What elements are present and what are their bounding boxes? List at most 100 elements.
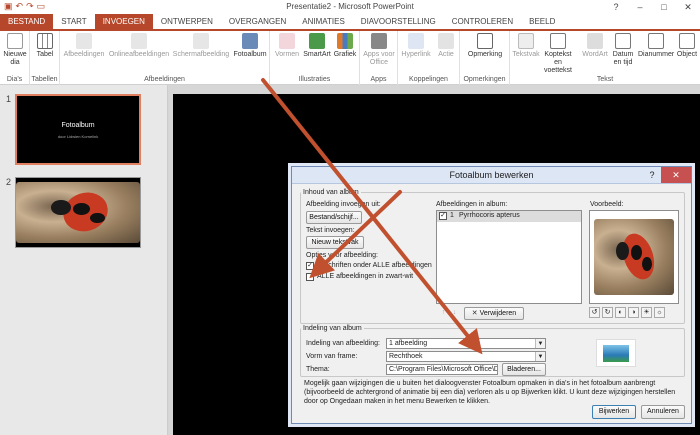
list-item-checkbox[interactable]: ✓: [439, 212, 447, 220]
chevron-down-icon: ▼: [535, 339, 545, 348]
header-footer-icon: [550, 33, 566, 49]
wordart-button[interactable]: WordArt: [578, 33, 612, 59]
photo-album-dialog: Fotoalbum bewerken ? ✕ Inhoud van album …: [291, 166, 692, 424]
insert-text-label: Tekst invoegen:: [306, 227, 355, 234]
remove-button[interactable]: ✕ Verwijderen: [464, 307, 524, 320]
comment-icon: [477, 33, 493, 49]
slide-number-button[interactable]: Dianummer: [638, 33, 674, 59]
slide-number: 2: [6, 177, 12, 187]
picture-layout-select[interactable]: 1 afbeelding ▼: [386, 338, 546, 349]
group-dias: Nieuwe dia Dia's: [0, 31, 30, 85]
dialog-close-button[interactable]: ✕: [661, 167, 691, 183]
browse-button[interactable]: Bladeren...: [502, 363, 546, 376]
new-slide-button[interactable]: Nieuwe dia: [2, 33, 28, 67]
group-opmerkingen: Opmerking Opmerkingen: [460, 31, 510, 85]
brightness-down-icon[interactable]: ☼: [654, 307, 665, 318]
minimize-button[interactable]: –: [628, 0, 652, 14]
screenshot-button[interactable]: Schermafbeelding: [172, 33, 230, 59]
rotate-left-icon[interactable]: ↺: [589, 307, 600, 318]
dialog-help-button[interactable]: ?: [643, 167, 661, 183]
action-icon: [438, 33, 454, 49]
shapes-icon: [279, 33, 295, 49]
contrast-down-icon[interactable]: ◑: [628, 307, 639, 318]
group-label: Koppelingen: [409, 76, 448, 83]
brightness-up-icon[interactable]: ☀: [641, 307, 652, 318]
object-button[interactable]: Object: [674, 33, 700, 59]
tab-overgangen[interactable]: OVERGANGEN: [221, 14, 294, 29]
comment-button[interactable]: Opmerking: [463, 33, 507, 59]
new-textbox-button[interactable]: Nieuw tekstvak: [306, 236, 364, 249]
album-content-legend: Inhoud van album: [303, 189, 359, 196]
hyperlink-icon: [408, 33, 424, 49]
tab-start[interactable]: START: [53, 14, 94, 29]
pictures-button[interactable]: Afbeeldingen: [62, 33, 106, 59]
picture-icon: [76, 33, 92, 49]
chart-button[interactable]: Grafiek: [332, 33, 358, 59]
cancel-button[interactable]: Annuleren: [641, 405, 685, 419]
pictures-listbox[interactable]: ✓ 1 Pyrrhocoris apterus: [436, 210, 582, 304]
theme-label: Thema:: [306, 366, 330, 373]
group-afbeeldingen: Afbeeldingen Onlineafbeeldingen Schermaf…: [60, 31, 270, 85]
update-button[interactable]: Bijwerken: [592, 405, 636, 419]
date-time-button[interactable]: Datum en tijd: [610, 33, 636, 67]
list-item-index: 1: [450, 212, 454, 219]
window-controls: ? – □ ✕: [604, 0, 700, 14]
smartart-button[interactable]: SmartArt: [302, 33, 332, 59]
move-up-icon[interactable]: ↑: [438, 308, 449, 319]
warning-note: Mogelijk gaan wijzigingen die u buiten h…: [304, 380, 676, 405]
hyperlink-button[interactable]: Hyperlink: [400, 33, 432, 59]
move-down-icon[interactable]: ↓: [449, 308, 460, 319]
group-label: Tekst: [596, 76, 614, 83]
online-picture-icon: [131, 33, 147, 49]
close-button[interactable]: ✕: [676, 0, 700, 14]
object-icon: [679, 33, 695, 49]
slide-thumbnail-2[interactable]: [15, 177, 141, 248]
preview-box: [589, 210, 679, 304]
tab-diavoorstelling[interactable]: DIAVOORSTELLING: [353, 14, 444, 29]
tab-ontwerpen[interactable]: ONTWERPEN: [153, 14, 221, 29]
calendar-icon: [615, 33, 631, 49]
group-label: Illustraties: [298, 76, 331, 83]
header-footer-button[interactable]: Koptekst en voettekst: [540, 33, 576, 75]
frame-shape-select[interactable]: Rechthoek ▼: [386, 351, 546, 362]
theme-path-field[interactable]: C:\Program Files\Microsoft Office\D: [386, 364, 498, 375]
title-bar: ▣ ↶ ↷ ▭ Presentatie2 - Microsoft PowerPo…: [0, 0, 700, 14]
group-illustraties: Vormen SmartArt Grafiek Illustraties: [270, 31, 360, 85]
ribbon: Nieuwe dia Dia's Tabel Tabellen Afbeeldi…: [0, 29, 700, 85]
group-label: Apps: [370, 76, 387, 83]
tab-beeld[interactable]: BEELD: [521, 14, 563, 29]
maximize-button[interactable]: □: [652, 0, 676, 14]
black-white-checkbox[interactable]: [306, 273, 314, 281]
list-item-name: Pyrrhocoris apterus: [459, 212, 520, 219]
bug-photo: [16, 182, 140, 243]
list-item[interactable]: ✓ 1 Pyrrhocoris apterus: [437, 211, 581, 222]
tab-animaties[interactable]: ANIMATIES: [294, 14, 353, 29]
tab-bestand[interactable]: BESTAND: [0, 14, 54, 29]
action-button[interactable]: Actie: [434, 33, 458, 59]
remove-icon: ✕: [471, 310, 480, 317]
file-disk-button[interactable]: Bestand/schijf...: [306, 211, 362, 224]
photo-album-button[interactable]: Fotoalbum: [232, 33, 268, 59]
options-label: Opties voor afbeelding:: [306, 252, 378, 259]
tab-invoegen[interactable]: INVOEGEN: [94, 14, 153, 29]
shapes-button[interactable]: Vormen: [272, 33, 302, 59]
insert-from-label: Afbeelding invoegen uit:: [306, 201, 381, 208]
contrast-up-icon[interactable]: ◐: [615, 307, 626, 318]
tab-controleren[interactable]: CONTROLEREN: [444, 14, 521, 29]
textbox-button[interactable]: Tekstvak: [512, 33, 540, 59]
preview-image: [594, 219, 674, 295]
apps-for-office-button[interactable]: Apps voor Office: [362, 33, 396, 67]
layout-preview-icon: [596, 339, 636, 367]
wordart-icon: [587, 33, 603, 49]
table-button[interactable]: Tabel: [33, 33, 57, 59]
captions-checkbox[interactable]: ✓: [306, 262, 314, 270]
group-tabellen: Tabel Tabellen: [30, 31, 60, 85]
slide-thumbnail-1[interactable]: Fotoalbum door Lidwien Kornelink: [15, 94, 141, 165]
thumbnail-subtitle: door Lidwien Kornelink: [57, 134, 99, 139]
group-label: Dia's: [6, 76, 23, 83]
online-pictures-button[interactable]: Onlineafbeeldingen: [108, 33, 170, 59]
chevron-down-icon: ▼: [535, 352, 545, 361]
smartart-icon: [309, 33, 325, 49]
help-button[interactable]: ?: [604, 0, 628, 14]
rotate-right-icon[interactable]: ↻: [602, 307, 613, 318]
